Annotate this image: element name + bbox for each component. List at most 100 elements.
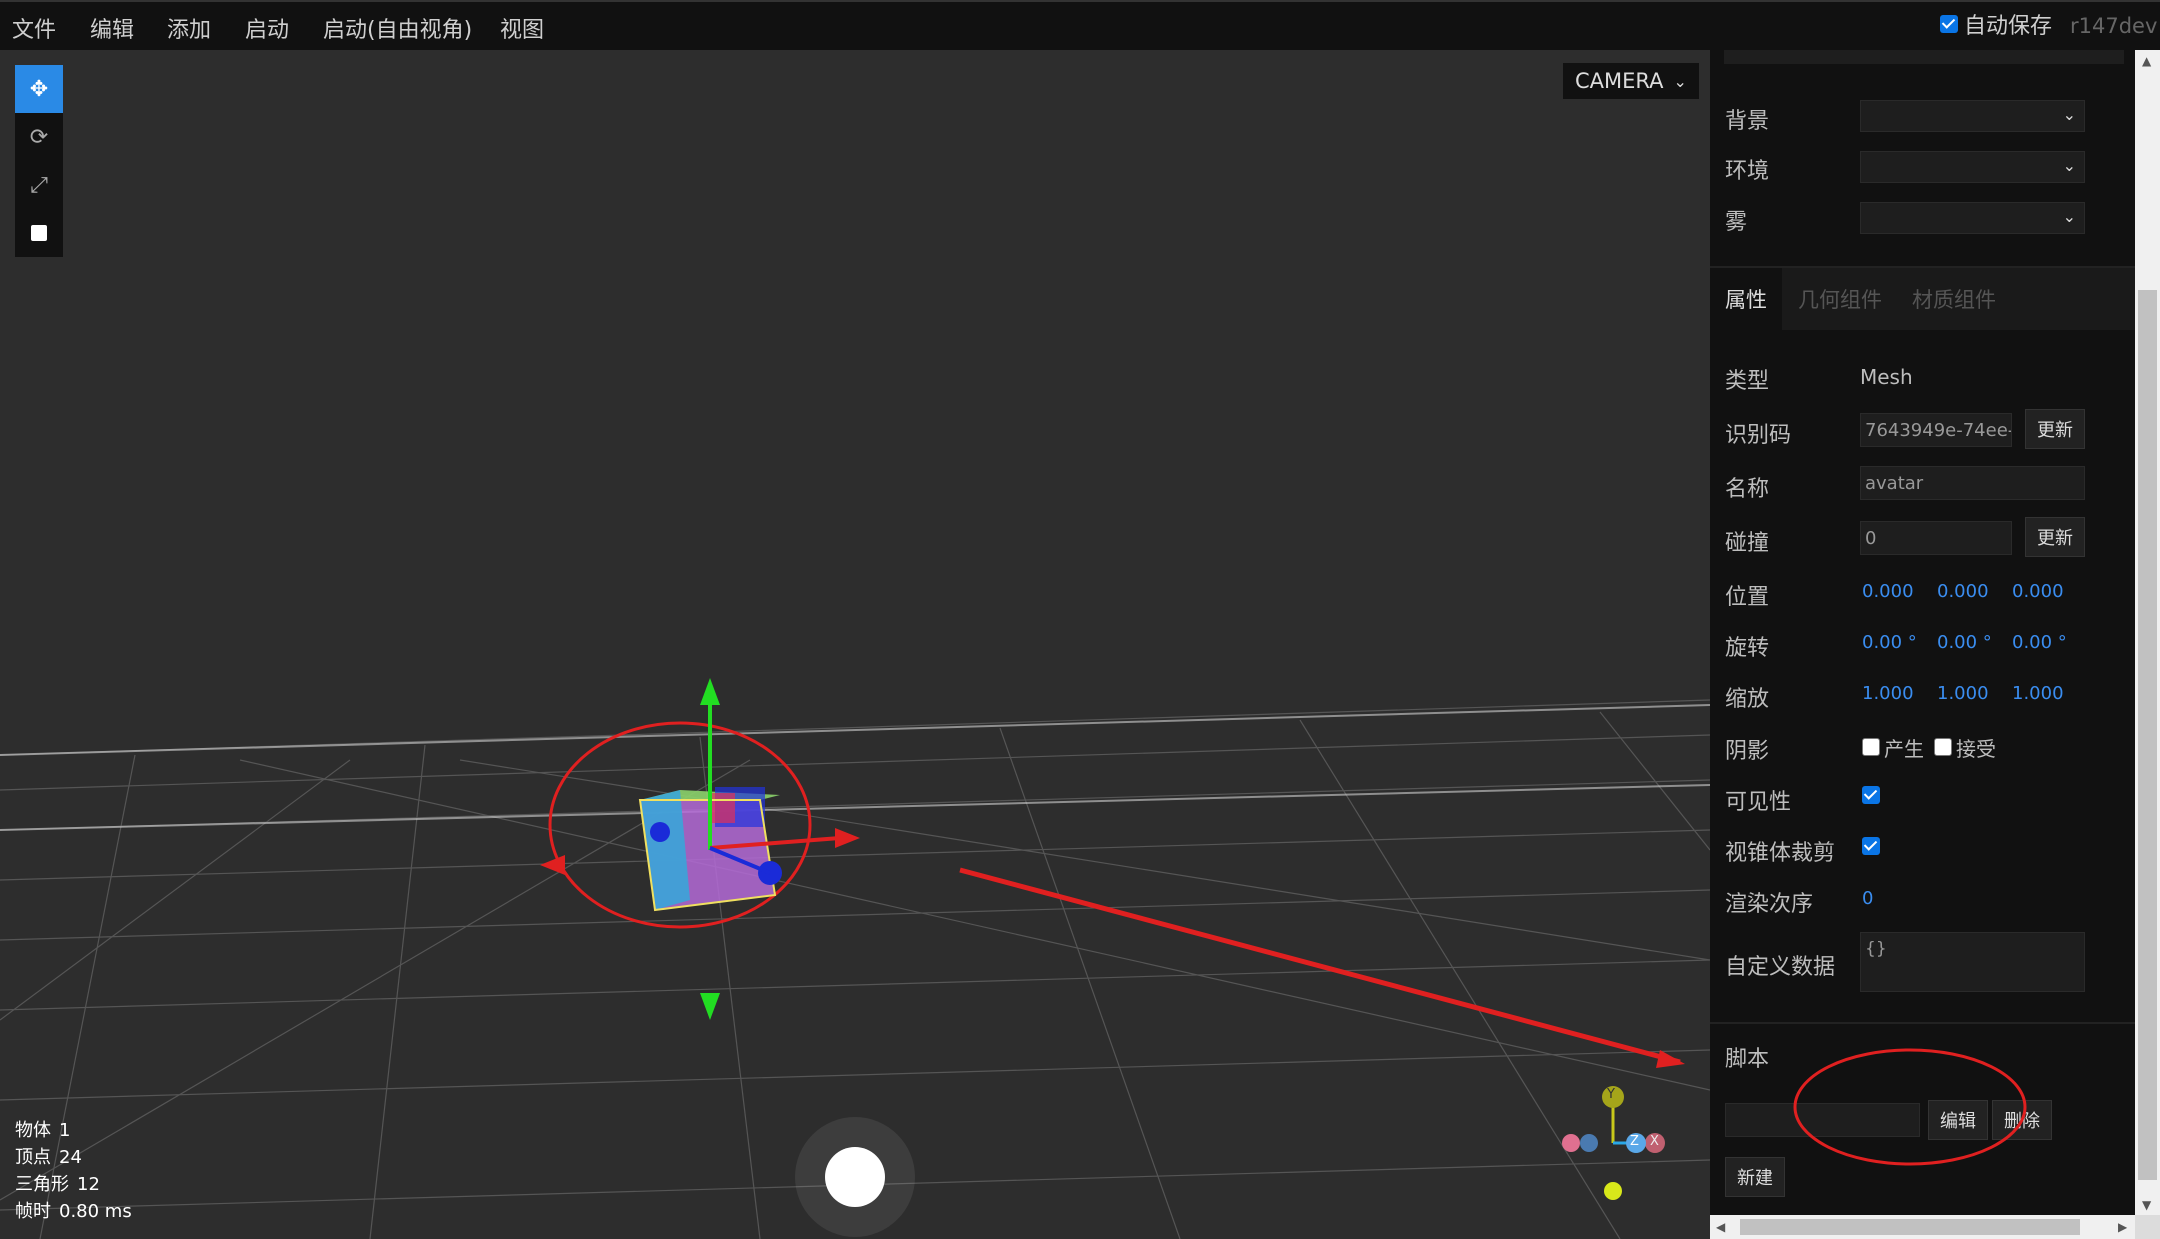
- joystick[interactable]: [795, 1117, 915, 1237]
- autosave-label: 自动保存: [1964, 14, 2053, 39]
- scroll-thumb-vertical[interactable]: [2138, 290, 2157, 1180]
- stat-objects-value: 1: [59, 1120, 71, 1141]
- stat-objects-label: 物体: [15, 1120, 51, 1141]
- annotation-arrow-line: [959, 867, 1681, 1065]
- axis-y-label: Y: [1607, 1087, 1615, 1102]
- environment-label: 环境: [1725, 159, 1770, 184]
- stat-triangles: 三角形 12: [15, 1171, 132, 1198]
- position-y[interactable]: 0.000: [1937, 581, 1989, 602]
- scroll-right-icon[interactable]: ▶: [2118, 1220, 2127, 1234]
- render-order-value[interactable]: 0: [1862, 888, 1873, 909]
- environment-select[interactable]: ⌄: [1860, 151, 2085, 183]
- visible-label: 可见性: [1725, 790, 1792, 815]
- scroll-down-icon[interactable]: ▼: [2142, 1198, 2151, 1212]
- tab-material[interactable]: 材质组件: [1912, 284, 1996, 314]
- visible-checkbox[interactable]: [1862, 786, 1880, 804]
- scrollbar-corner: [2135, 1215, 2160, 1239]
- stat-vertices-label: 顶点: [15, 1147, 51, 1168]
- scale-icon[interactable]: ⤢: [15, 161, 63, 209]
- cast-shadow-checkbox[interactable]: [1862, 738, 1880, 756]
- camera-select-value: CAMERA: [1575, 69, 1664, 93]
- receive-shadow-label: 接受: [1956, 737, 1996, 761]
- stat-frametime: 帧时 0.80 ms: [15, 1198, 132, 1225]
- chevron-down-icon: ⌄: [2062, 105, 2076, 124]
- rotate-icon[interactable]: ⟳: [15, 113, 63, 161]
- cast-shadow-label: 产生: [1884, 737, 1924, 761]
- autosave-toggle[interactable]: 自动保存: [1940, 8, 2052, 40]
- stat-triangles-value: 12: [77, 1174, 100, 1195]
- render-stats: 物体 1 顶点 24 三角形 12 帧时 0.80 ms: [15, 1117, 132, 1225]
- panel-scrollbar-vertical[interactable]: ▲ ▼: [2135, 50, 2160, 1215]
- stat-triangles-label: 三角形: [15, 1174, 69, 1195]
- section-divider: [1710, 1022, 2135, 1024]
- frustum-culling-checkbox[interactable]: [1862, 837, 1880, 855]
- move-icon[interactable]: ✥: [15, 65, 63, 113]
- rotation-y[interactable]: 0.00 °: [1937, 632, 1992, 653]
- axis-z-label: Z: [1630, 1134, 1639, 1149]
- scale-x[interactable]: 1.000: [1862, 683, 1914, 704]
- inspector-tabs: 属性 几何组件 材质组件: [1710, 266, 2135, 330]
- background-select[interactable]: ⌄: [1860, 100, 2085, 132]
- scroll-thumb-horizontal[interactable]: [1740, 1219, 2080, 1235]
- position-x[interactable]: 0.000: [1862, 581, 1914, 602]
- scroll-left-icon[interactable]: ◀: [1716, 1220, 1725, 1234]
- render-order-label: 渲染次序: [1725, 892, 1814, 917]
- panel-scrollbar-horizontal[interactable]: ◀ ▶: [1710, 1215, 2135, 1239]
- uuid-update-button[interactable]: 更新: [2025, 409, 2085, 449]
- collision-field[interactable]: 0: [1860, 521, 2012, 555]
- menu-edit[interactable]: 编辑: [90, 12, 134, 44]
- menubar: 文件 编辑 添加 启动 启动(自由视角) 视图 自动保存 r147dev: [0, 0, 2160, 50]
- collision-update-button[interactable]: 更新: [2025, 517, 2085, 557]
- scale-label: 缩放: [1725, 687, 1770, 712]
- chevron-down-icon: ⌄: [2062, 156, 2076, 175]
- camera-select[interactable]: CAMERA ⌄: [1563, 63, 1699, 99]
- axis-x-label: X: [1650, 1134, 1659, 1149]
- scroll-up-icon[interactable]: ▲: [2142, 54, 2151, 68]
- viewport[interactable]: Y Z X: [0, 50, 1710, 1239]
- panel-top-input[interactable]: [1724, 50, 2124, 64]
- stat-vertices: 顶点 24: [15, 1144, 132, 1171]
- position-label: 位置: [1725, 585, 1770, 610]
- background-label: 背景: [1725, 109, 1770, 134]
- menu-play-free-view[interactable]: 启动(自由视角): [323, 12, 472, 44]
- rotation-z[interactable]: 0.00 °: [2012, 632, 2067, 653]
- chevron-down-icon: ⌄: [1673, 71, 1687, 91]
- shadow-label: 阴影: [1725, 739, 1770, 764]
- menu-add[interactable]: 添加: [167, 12, 211, 44]
- annotation-arrow-head: [1656, 1050, 1685, 1068]
- stat-objects: 物体 1: [15, 1117, 132, 1144]
- stat-vertices-value: 24: [59, 1147, 82, 1168]
- script-section-label: 脚本: [1725, 1047, 1770, 1072]
- tab-properties[interactable]: 属性: [1725, 284, 1767, 314]
- collision-label: 碰撞: [1725, 531, 1770, 556]
- userdata-textarea[interactable]: {}: [1860, 932, 2085, 992]
- uuid-label: 识别码: [1725, 423, 1792, 448]
- scale-z[interactable]: 1.000: [2012, 683, 2064, 704]
- chevron-down-icon: ⌄: [2062, 207, 2076, 226]
- stat-frametime-label: 帧时: [15, 1201, 51, 1222]
- menu-play[interactable]: 启动: [245, 12, 289, 44]
- menu-file[interactable]: 文件: [12, 12, 56, 44]
- menu-view[interactable]: 视图: [500, 12, 544, 44]
- scene-canvas[interactable]: [0, 50, 1710, 1239]
- rotation-x[interactable]: 0.00 °: [1862, 632, 1917, 653]
- annotation-circle-script: [1793, 1048, 2027, 1166]
- uuid-field[interactable]: 7643949e-74ee-4(: [1860, 413, 2012, 447]
- version-label: r147dev: [2070, 14, 2158, 38]
- type-value: Mesh: [1860, 365, 1913, 389]
- name-label: 名称: [1725, 477, 1770, 502]
- square-icon[interactable]: [15, 209, 63, 257]
- position-z[interactable]: 0.000: [2012, 581, 2064, 602]
- scale-y[interactable]: 1.000: [1937, 683, 1989, 704]
- type-label: 类型: [1725, 369, 1770, 394]
- name-field[interactable]: avatar: [1860, 466, 2085, 500]
- tab-geometry[interactable]: 几何组件: [1798, 284, 1882, 314]
- receive-shadow-checkbox[interactable]: [1934, 738, 1952, 756]
- userdata-label: 自定义数据: [1725, 955, 1836, 980]
- joystick-knob[interactable]: [825, 1147, 885, 1207]
- frustum-culling-label: 视锥体裁剪: [1725, 841, 1836, 866]
- autosave-checkbox[interactable]: [1940, 15, 1958, 33]
- rotation-label: 旋转: [1725, 636, 1770, 661]
- script-new-button[interactable]: 新建: [1725, 1157, 1785, 1197]
- fog-select[interactable]: ⌄: [1860, 202, 2085, 234]
